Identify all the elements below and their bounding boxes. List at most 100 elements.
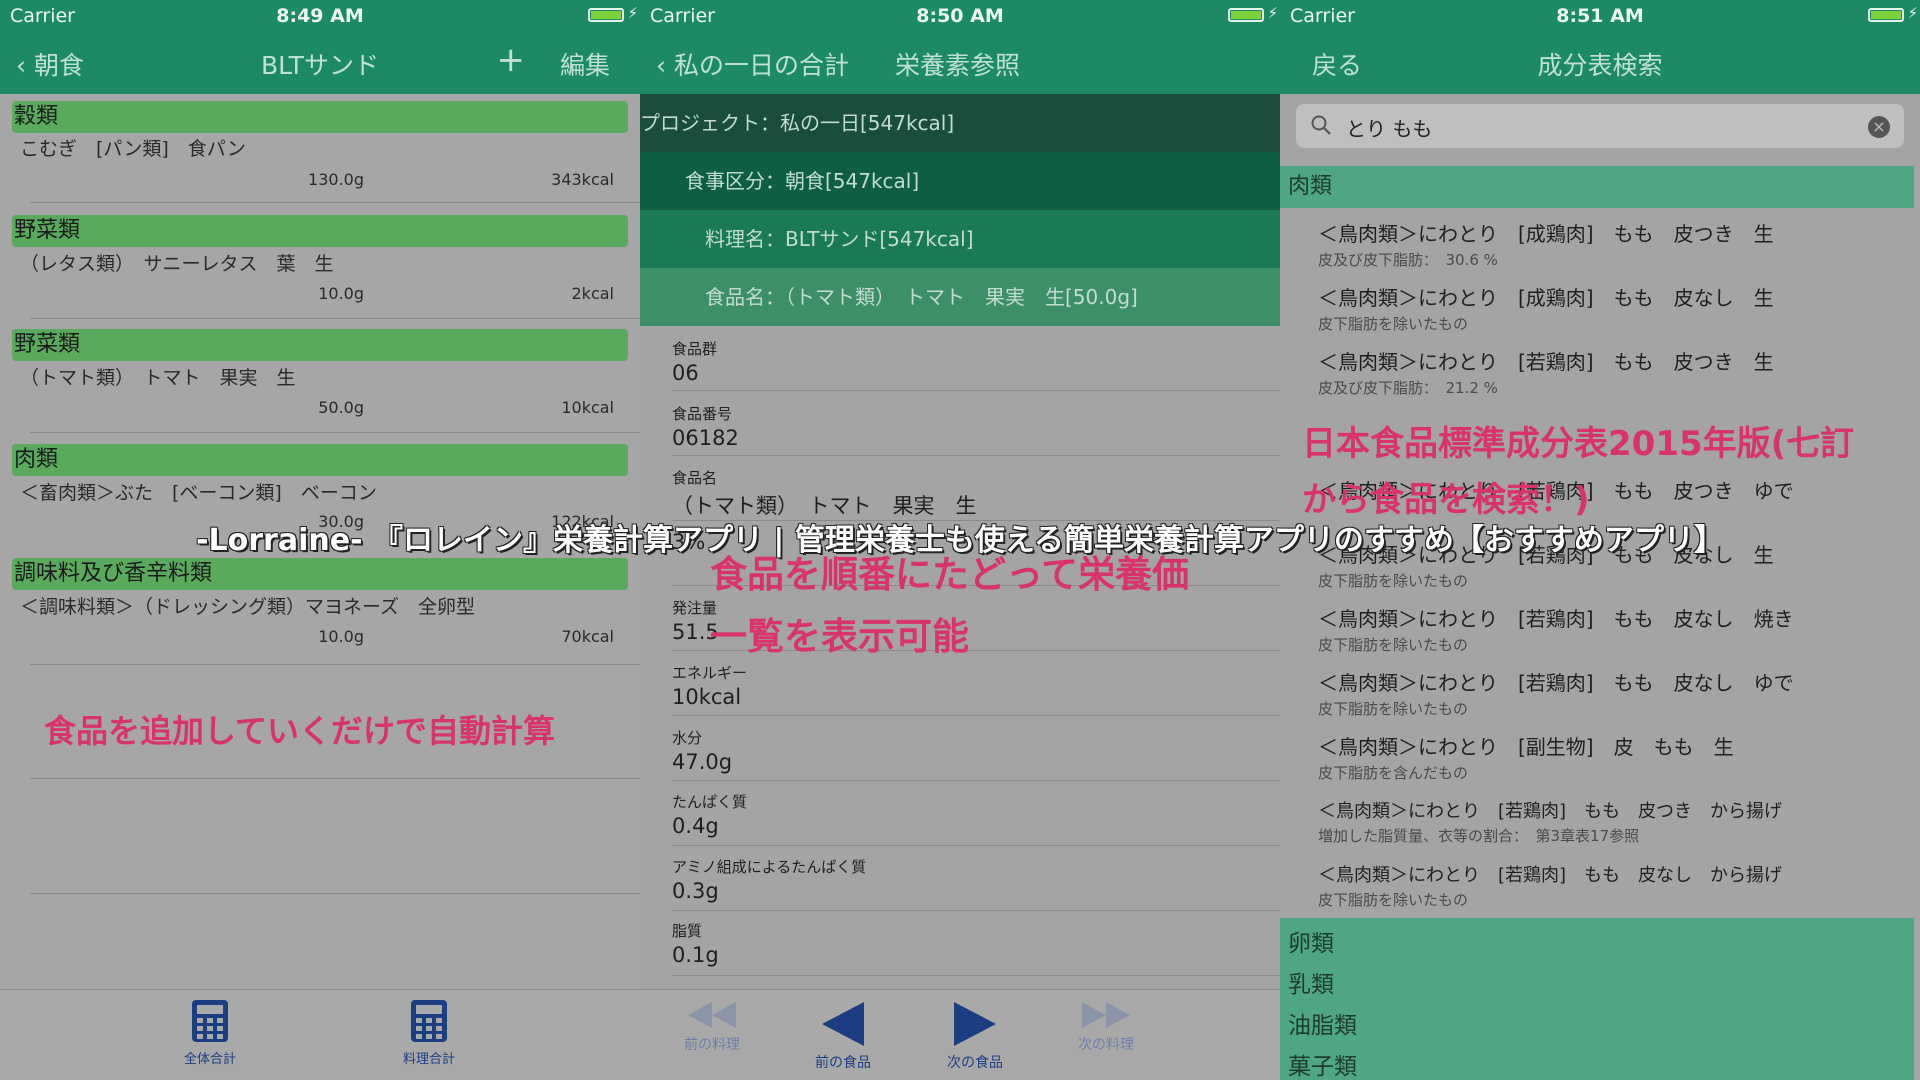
- food-grams: 130.0g: [308, 170, 364, 189]
- next-dish-button[interactable]: 次の料理: [1056, 1000, 1156, 1054]
- food-kcal: 2kcal: [571, 284, 615, 303]
- row-divider: [672, 780, 1280, 781]
- status-time: 8:51 AM: [1556, 5, 1644, 27]
- list-item[interactable]: ＜鳥肉類＞にわとり [若鶏肉] もも 皮なし から揚げ 皮下脂肪を除いたもの: [1318, 861, 1888, 910]
- hierarchy-meal[interactable]: 食事区分：朝食[547kcal]: [640, 152, 1280, 210]
- field-food-number: 食品番号 06182: [672, 405, 739, 450]
- food-name[interactable]: （トマト類） トマト 果実 生: [20, 363, 296, 390]
- hierarchy-dish[interactable]: 料理名：BLTサンド[547kcal]: [640, 210, 1280, 268]
- row-divider: [672, 455, 1280, 456]
- search-input[interactable]: とり もも ×: [1296, 104, 1904, 148]
- nav-bar: 戻る 成分表検索: [1280, 30, 1920, 94]
- food-name[interactable]: ＜調味料類＞（ドレッシング類）マヨネーズ 全卵型: [20, 592, 475, 619]
- row-divider: [30, 664, 640, 665]
- category-header: 穀類: [12, 101, 628, 133]
- row-divider: [672, 975, 1280, 976]
- battery-icon: [1228, 8, 1264, 22]
- status-time: 8:49 AM: [276, 5, 364, 27]
- clear-icon[interactable]: ×: [1868, 116, 1890, 138]
- food-name[interactable]: ＜畜肉類＞ぶた [ベーコン類] ベーコン: [20, 478, 377, 505]
- charging-icon: ⚡: [627, 4, 638, 22]
- field-water: 水分 47.0g: [672, 729, 733, 774]
- left-arrow-icon: [822, 1002, 864, 1046]
- hierarchy-food[interactable]: 食品名：（トマト類） トマト 果実 生[50.0g]: [640, 268, 1280, 326]
- food-name[interactable]: （レタス類） サニーレタス 葉 生: [20, 249, 334, 276]
- prev-dish-button[interactable]: 前の料理: [662, 1000, 762, 1054]
- food-name[interactable]: こむぎ [パン類] 食パン: [20, 134, 246, 161]
- row-divider: [672, 910, 1280, 911]
- battery-icon: [1868, 8, 1904, 22]
- field-food-name: 食品名 （トマト類） トマト 果実 生: [672, 469, 977, 518]
- row-divider: [30, 893, 640, 894]
- hierarchy-project[interactable]: プロジェクト：私の一日[547kcal]: [640, 94, 1280, 152]
- field-fat: 脂質 0.1g: [672, 922, 719, 967]
- add-button[interactable]: +: [497, 40, 526, 80]
- row-divider: [30, 778, 640, 779]
- search-query: とり もも: [1346, 117, 1433, 141]
- calculator-icon: [192, 1000, 228, 1042]
- row-divider: [30, 432, 640, 433]
- chevron-left-icon: ‹: [656, 51, 674, 80]
- food-grams: 10.0g: [318, 627, 364, 646]
- other-sections: 卵類 乳類 油脂類 菓子類: [1280, 918, 1914, 1080]
- section-header-sweets[interactable]: 菓子類: [1288, 1047, 1357, 1080]
- row-divider: [672, 390, 1280, 391]
- feature-caption-line1: 日本食品標準成分表2015年版(七訂: [1302, 424, 1855, 464]
- category-header: 野菜類: [12, 215, 628, 247]
- tab-total-all[interactable]: 全体合計: [155, 998, 265, 1067]
- right-arrow-icon: [954, 1002, 996, 1046]
- food-grams: 10.0g: [318, 284, 364, 303]
- row-divider: [672, 715, 1280, 716]
- status-bar: Carrier 8:49 AM ⚡: [0, 0, 640, 30]
- category-header: 野菜類: [12, 329, 628, 361]
- list-item[interactable]: ＜鳥肉類＞にわとり [若鶏肉] もも 皮なし 焼き 皮下脂肪を除いたもの: [1318, 603, 1888, 655]
- list-item[interactable]: ＜鳥肉類＞にわとり [若鶏肉] もも 皮つき 生皮及び皮下脂肪： 21.2 %: [1318, 346, 1888, 398]
- search-icon: [1311, 115, 1331, 135]
- charging-icon: ⚡: [1907, 4, 1918, 22]
- edit-button[interactable]: 編集: [560, 46, 610, 82]
- field-amino-protein: アミノ組成によるたんぱく質 0.3g: [672, 858, 867, 903]
- status-bar: Carrier 8:51 AM ⚡: [1280, 0, 1920, 30]
- nav-bar: ‹ 朝食 BLTサンド + 編集: [0, 30, 640, 94]
- tab-total-dish[interactable]: 料理合計: [374, 998, 484, 1067]
- tab-bar: 全体合計 料理合計: [0, 989, 640, 1080]
- food-grams: 50.0g: [318, 398, 364, 417]
- prev-food-button[interactable]: 前の食品: [793, 1000, 893, 1072]
- page-title: BLTサンド: [261, 51, 379, 80]
- row-divider: [672, 845, 1280, 846]
- feature-caption-line2: から食品を検索！): [1302, 480, 1590, 520]
- row-divider: [30, 202, 640, 203]
- next-food-button[interactable]: 次の食品: [925, 1000, 1025, 1072]
- nav-bar: ‹ 私の一日の合計 栄養素参照: [640, 30, 1280, 94]
- list-item[interactable]: ＜鳥肉類＞にわとり [成鶏肉] もも 皮つき 生皮及び皮下脂肪： 30.6 %: [1318, 218, 1888, 270]
- page-title: 栄養素参照: [895, 51, 1021, 80]
- food-kcal: 10kcal: [561, 398, 614, 417]
- food-kcal: 70kcal: [561, 627, 614, 646]
- double-right-arrow-icon: [1082, 1002, 1130, 1028]
- list-item[interactable]: ＜鳥肉類＞にわとり [副生物] 皮 もも 生皮下脂肪を含んだもの: [1318, 731, 1888, 783]
- food-kcal: 343kcal: [551, 170, 614, 189]
- feature-caption-line2: 一覧を表示可能: [710, 615, 969, 658]
- overlay-title: -Lorraine- 『ロレイン』栄養計算アプリ | 管理栄養士も使える簡単栄養…: [196, 523, 1724, 558]
- field-protein: たんぱく質 0.4g: [672, 793, 748, 838]
- list-item[interactable]: ＜鳥肉類＞にわとり [若鶏肉] もも 皮なし ゆで 皮下脂肪を除いたもの: [1318, 667, 1888, 719]
- tab-label: 料理合計: [402, 1052, 455, 1067]
- status-bar: Carrier 8:50 AM ⚡: [640, 0, 1280, 30]
- back-button[interactable]: ‹ 私の一日の合計: [656, 46, 849, 82]
- category-header: 調味料及び香辛料類: [12, 558, 628, 590]
- section-header-dairy[interactable]: 乳類: [1288, 965, 1334, 999]
- page-title: 成分表検索: [1537, 51, 1663, 80]
- field-food-group: 食品群 06: [672, 340, 718, 385]
- section-header-meat: 肉類: [1280, 166, 1914, 208]
- food-navigation-bar: 前の料理 前の食品 次の食品 次の料理: [640, 989, 1280, 1080]
- battery-icon: [588, 8, 624, 22]
- double-left-arrow-icon: [688, 1002, 736, 1028]
- row-divider: [30, 318, 640, 319]
- list-item[interactable]: ＜鳥肉類＞にわとり [若鶏肉] もも 皮つき から揚げ 増加した脂質量、衣等の割合…: [1318, 797, 1888, 846]
- list-item[interactable]: ＜鳥肉類＞にわとり [成鶏肉] もも 皮なし 生皮下脂肪を除いたもの: [1318, 282, 1888, 334]
- feature-caption: 食品を追加していくだけで自動計算: [44, 712, 556, 750]
- charging-icon: ⚡: [1267, 4, 1278, 22]
- section-header-eggs[interactable]: 卵類: [1288, 924, 1334, 958]
- section-header-oils[interactable]: 油脂類: [1288, 1006, 1357, 1040]
- tab-label: 全体合計: [183, 1052, 236, 1067]
